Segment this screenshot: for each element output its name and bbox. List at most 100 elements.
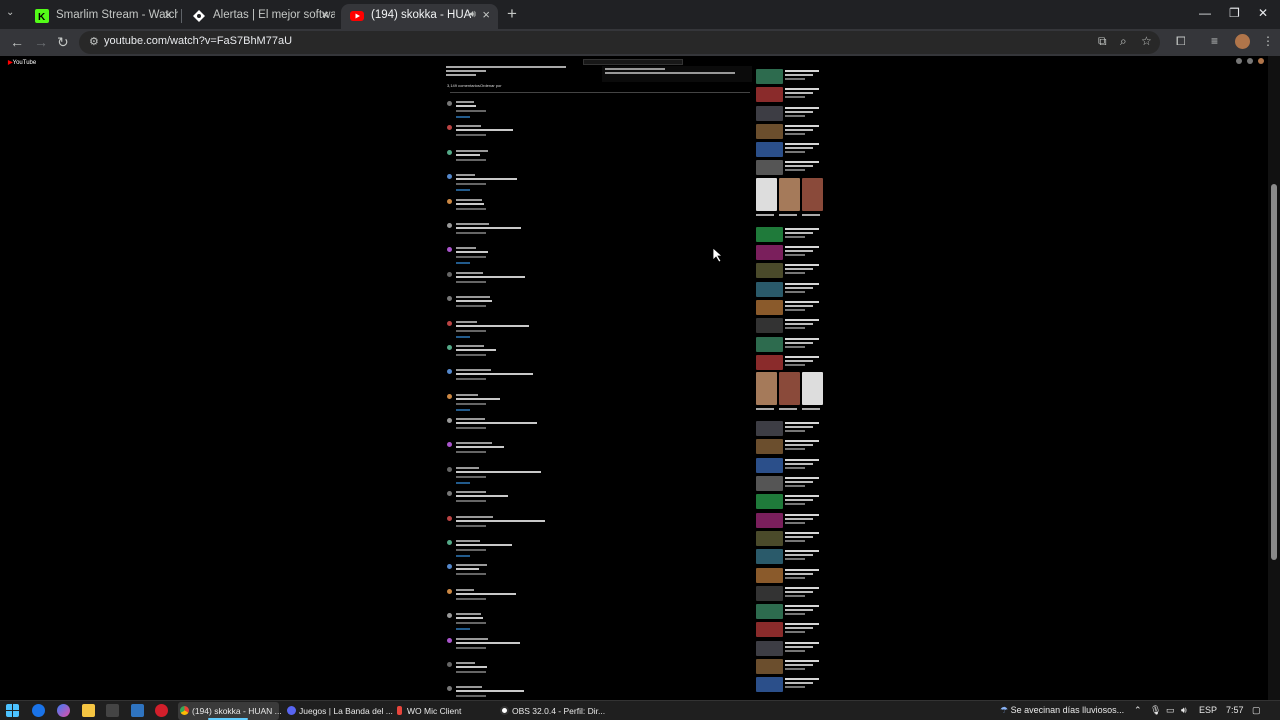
comment-author[interactable] (456, 125, 481, 128)
comment-author[interactable] (456, 418, 485, 421)
tab-youtube[interactable]: (194) skokka - HUAN 62 - ( 🔊︎ × (341, 4, 498, 29)
comment-author[interactable] (456, 466, 479, 469)
comment-author[interactable] (456, 661, 475, 664)
comment-author[interactable] (456, 393, 478, 396)
comment-author[interactable] (456, 174, 475, 177)
video-thumbnail[interactable] (756, 512, 783, 528)
video-channel[interactable] (785, 74, 813, 76)
comment-actions[interactable] (456, 231, 486, 234)
site-info-icon[interactable]: ⚙ (89, 35, 99, 48)
video-channel[interactable] (785, 323, 813, 326)
comment-author[interactable] (456, 686, 482, 689)
recommended-video[interactable] (756, 262, 824, 280)
comment-author[interactable] (456, 564, 487, 567)
video-channel[interactable] (785, 664, 813, 667)
comment-actions[interactable] (456, 573, 486, 576)
recommended-video[interactable] (756, 141, 824, 159)
comment-actions[interactable] (456, 378, 486, 381)
video-channel[interactable] (785, 682, 813, 685)
video-channel[interactable] (785, 165, 813, 168)
video-channel[interactable] (785, 359, 813, 362)
taskbar-app-discord[interactable]: Juegos | La Banda del ... (285, 702, 393, 720)
recommended-video[interactable] (756, 621, 824, 639)
comment-actions[interactable] (456, 451, 486, 454)
restore-icon[interactable]: ❐ (1229, 6, 1240, 20)
url-text[interactable]: youtube.com/watch?v=FaS7BhM77aU (104, 35, 292, 47)
replies-toggle[interactable] (456, 262, 470, 265)
opera-icon[interactable] (155, 704, 168, 717)
comment-item[interactable] (446, 271, 746, 295)
youtube-logo[interactable]: ▶YouTube (8, 59, 36, 66)
recommended-video[interactable] (756, 530, 824, 548)
recommended-video[interactable] (756, 438, 824, 456)
weather-widget[interactable]: ☂ Se avecinan días lluviosos... (1000, 705, 1124, 716)
comment-actions[interactable] (456, 622, 486, 625)
video-channel[interactable] (785, 231, 813, 234)
comment-author[interactable] (456, 540, 480, 543)
extensions-icon[interactable]: ⧠ (1176, 34, 1186, 49)
comment-author[interactable] (456, 442, 492, 445)
replies-toggle[interactable] (456, 189, 470, 192)
recommended-video[interactable] (756, 299, 824, 317)
commenter-avatar[interactable] (447, 247, 452, 253)
comment-author[interactable] (456, 320, 477, 323)
video-title[interactable] (785, 246, 819, 249)
video-title[interactable] (785, 319, 819, 322)
comment-item[interactable] (446, 124, 746, 148)
video-thumbnail[interactable] (756, 659, 783, 675)
comment-item[interactable] (446, 100, 746, 124)
video-channel[interactable] (785, 268, 813, 271)
video-title[interactable] (785, 477, 819, 480)
short-title[interactable] (756, 213, 774, 216)
commenter-avatar[interactable] (447, 588, 452, 594)
replies-toggle[interactable] (456, 408, 470, 411)
video-thumbnail[interactable] (756, 105, 783, 121)
account-avatar[interactable] (1258, 58, 1264, 64)
comment-actions[interactable] (456, 402, 486, 405)
video-title[interactable] (785, 282, 819, 285)
recommended-video[interactable] (756, 420, 824, 438)
comment-item[interactable] (446, 173, 746, 197)
video-thumbnail[interactable] (756, 530, 783, 546)
video-title[interactable] (785, 422, 819, 425)
video-title[interactable] (785, 550, 819, 553)
video-channel[interactable] (785, 609, 813, 612)
comment-item[interactable] (446, 441, 746, 465)
video-channel[interactable] (785, 535, 813, 538)
comment-item[interactable] (446, 344, 746, 368)
video-thumbnail[interactable] (756, 677, 783, 693)
recommended-video[interactable] (756, 317, 824, 335)
tray-overflow-icon[interactable]: ⌃ (1134, 705, 1142, 716)
reload-icon[interactable]: ↻ (57, 34, 69, 51)
comment-author[interactable] (456, 149, 488, 152)
video-thumbnail[interactable] (756, 622, 783, 638)
speaker-icon[interactable]: 🔊︎ (470, 9, 476, 20)
commenter-avatar[interactable] (447, 442, 452, 448)
video-channel[interactable] (785, 304, 813, 307)
recommended-video[interactable] (756, 226, 824, 244)
comment-item[interactable] (446, 661, 746, 685)
video-title[interactable] (785, 337, 819, 340)
video-thumbnail[interactable] (756, 476, 783, 492)
video-channel[interactable] (785, 481, 813, 484)
comment-item[interactable] (446, 222, 746, 246)
taskbar-app-womic[interactable]: WO Mic Client (393, 702, 493, 720)
notification-center-icon[interactable]: ▢ (1252, 705, 1261, 716)
comment-item[interactable] (446, 539, 746, 563)
video-channel[interactable] (785, 147, 813, 150)
comment-actions[interactable] (456, 353, 486, 356)
comment-item[interactable] (446, 515, 746, 539)
replies-toggle[interactable] (456, 555, 470, 558)
comment-actions[interactable] (456, 549, 486, 552)
video-thumbnail[interactable] (756, 263, 783, 279)
page-scrollbar[interactable] (1268, 56, 1280, 700)
video-thumbnail[interactable] (756, 439, 783, 455)
video-title[interactable] (785, 660, 819, 663)
video-channel[interactable] (785, 627, 813, 630)
media-controls-icon[interactable]: ≡ (1211, 34, 1218, 48)
comment-item[interactable] (446, 490, 746, 514)
recommended-video[interactable] (756, 658, 824, 676)
commenter-avatar[interactable] (447, 418, 452, 424)
comment-item[interactable] (446, 198, 746, 222)
commenter-avatar[interactable] (447, 637, 452, 643)
